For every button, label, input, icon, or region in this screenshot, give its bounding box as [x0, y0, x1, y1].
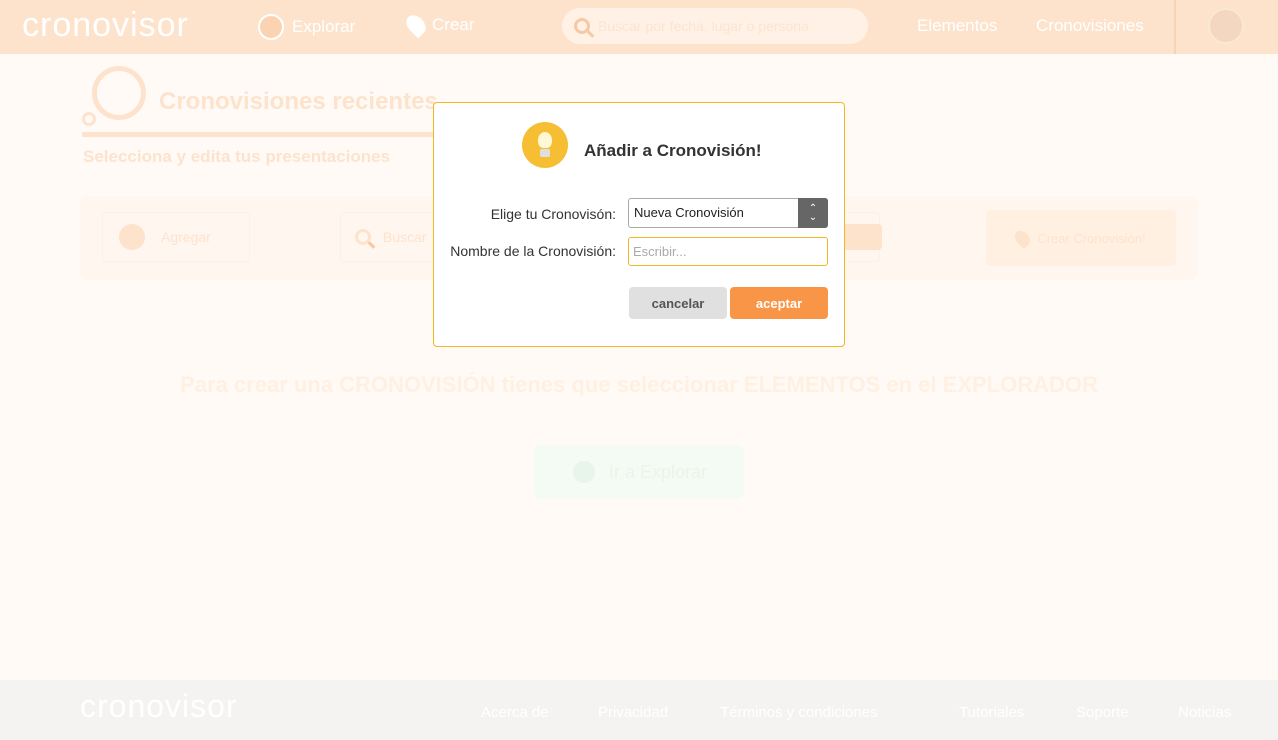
add-button[interactable]: Agregar [102, 212, 250, 262]
select-value: Nueva Cronovisión [634, 205, 744, 220]
add-button-label: Agregar [161, 229, 211, 245]
map-pin-icon [402, 11, 430, 39]
empty-message: Para crear una CRONOVISIÓN tienes que se… [180, 372, 1098, 397]
footer-link-noticias[interactable]: Noticias [1178, 704, 1231, 721]
nav-crear-label: Crear [432, 15, 475, 34]
filter-tag[interactable] [840, 224, 882, 250]
dialog-title: Añadir a Cronovisión! [584, 141, 762, 160]
explore-button-label: Ir a Explorar [608, 461, 708, 482]
search-icon [355, 229, 371, 245]
footer-link-privacidad[interactable]: Privacidad [598, 704, 668, 721]
name-label: Nombre de la Cronovisión: [450, 243, 616, 259]
nav-explorar[interactable]: Explorar [258, 14, 355, 40]
clock-icon [82, 60, 148, 130]
header: cronovisor Explorar Crear Buscar por fec… [0, 0, 1278, 54]
map-pin-icon [1012, 227, 1034, 249]
header-search-input[interactable]: Buscar por fecha, lugar o persona [562, 8, 868, 44]
page-subtitle: Selecciona y edita tus presentaciones [83, 147, 391, 166]
title-underline [82, 132, 434, 137]
avatar[interactable] [1208, 8, 1244, 44]
lightbulb-icon [522, 122, 568, 168]
footer-link-soporte[interactable]: Soporte [1076, 704, 1129, 721]
nav-crear[interactable]: Crear [402, 11, 475, 39]
footer-link-tutoriales[interactable]: Tutoriales [959, 704, 1024, 721]
add-to-cronovision-dialog: Añadir a Cronovisión! Elige tu Cronovisó… [433, 102, 845, 347]
footer-link-terminos[interactable]: Términos y condiciones [720, 704, 878, 721]
cronovision-name-input[interactable] [628, 237, 828, 266]
header-divider [1174, 0, 1176, 54]
plus-icon [119, 224, 145, 250]
nav-explorar-label: Explorar [292, 17, 356, 36]
footer: cronovisor Acerca de Privacidad Términos… [0, 680, 1278, 740]
footer-logo[interactable]: cronovisor [80, 688, 238, 725]
cronovision-select[interactable]: Nueva Cronovisión ⌃ ⌄ [628, 198, 828, 228]
header-search-placeholder: Buscar por fecha, lugar o persona [598, 18, 809, 34]
logo[interactable]: cronovisor [22, 6, 189, 45]
nav-elementos[interactable]: Elementos [917, 16, 997, 36]
cancel-button[interactable]: cancelar [629, 287, 727, 319]
globe-icon [258, 14, 284, 40]
explore-button[interactable]: Ir a Explorar [534, 445, 744, 499]
nav-cronovisiones[interactable]: Cronovisiones [1036, 16, 1144, 36]
search-icon [574, 18, 590, 34]
create-button-label: Crear Cronovisión! [1037, 230, 1146, 246]
select-label: Elige tu Cronovisón: [490, 206, 616, 222]
chevron-updown-icon[interactable]: ⌃ ⌄ [798, 198, 828, 228]
create-cronovision-button[interactable]: Crear Cronovisión! [986, 210, 1176, 266]
globe-icon [570, 459, 597, 485]
page-title: Cronovisiones recientes [159, 88, 438, 115]
toolbar-search-placeholder: Buscar [383, 229, 427, 245]
footer-link-acerca[interactable]: Acerca de [481, 704, 549, 721]
accept-button[interactable]: aceptar [730, 287, 828, 319]
